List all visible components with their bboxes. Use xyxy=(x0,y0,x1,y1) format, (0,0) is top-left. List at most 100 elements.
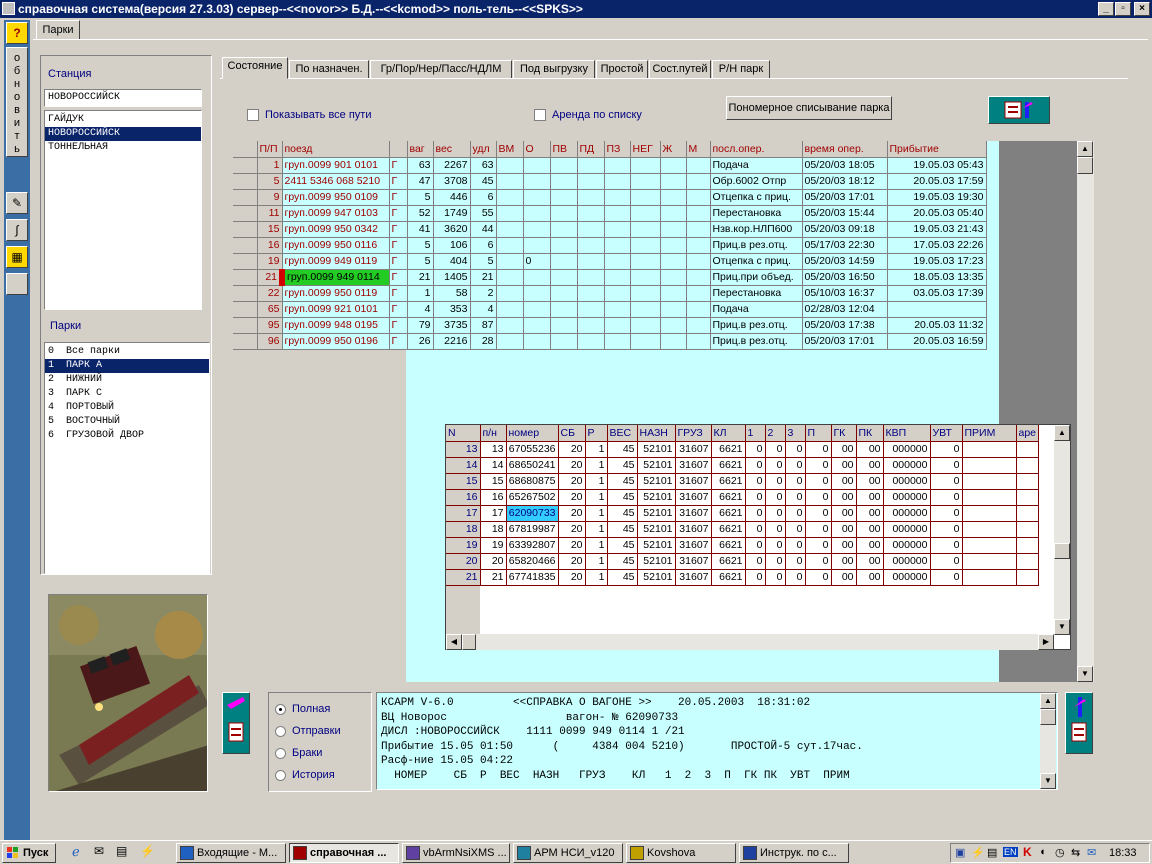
taskbar-item[interactable]: АРМ НСИ_v120 xyxy=(513,843,623,863)
main-col-header[interactable]: М xyxy=(686,141,711,158)
help-button[interactable]: ? xyxy=(6,22,28,44)
wagon-col-header[interactable]: 2 xyxy=(765,425,786,442)
start-button[interactable]: Пуск xyxy=(2,843,56,863)
wagon-col-header[interactable]: 3 xyxy=(785,425,806,442)
wagon-col-header[interactable]: ВЕС xyxy=(607,425,638,442)
wagon-col-header[interactable]: ГК xyxy=(831,425,857,442)
close-button[interactable]: × xyxy=(1134,2,1150,16)
rent-checkbox[interactable]: Аренда по списку xyxy=(534,109,642,122)
train-row[interactable]: 1 груп.0099 901 0101 Г 63 2267 63 Подача 05/20/… xyxy=(233,157,987,174)
wagon-col-header[interactable]: КВП xyxy=(883,425,931,442)
wagon-vscrollbar[interactable]: ▲ ▼ xyxy=(1054,425,1070,635)
rent-check-box[interactable] xyxy=(534,109,546,122)
print-report-icon[interactable] xyxy=(222,692,250,754)
station-list-item[interactable]: ГАЙДУК xyxy=(45,113,201,127)
info-scroll-up-icon[interactable]: ▲ xyxy=(1040,693,1056,709)
park-writeoff-button[interactable]: Пономерное списывание парка xyxy=(726,96,892,120)
wagon-col-header[interactable]: номер xyxy=(506,425,559,442)
print-icon[interactable] xyxy=(988,96,1050,124)
train-row[interactable]: 21 груп.0099 949 0114 Г 21 1405 21 Приц.при об… xyxy=(233,269,987,286)
main-col-header[interactable]: ПД xyxy=(577,141,605,158)
wagon-row[interactable]: 17 17 62090733 20 1 45 52101 31607 6621 0 0 0 0 00 00 0… xyxy=(446,505,1040,522)
antivirus-icon[interactable]: K xyxy=(1023,845,1032,859)
wagon-scroll-thumb[interactable] xyxy=(1054,543,1070,559)
tab-parks[interactable]: Парки xyxy=(36,20,80,40)
wagon-row[interactable]: 18 18 67819987 20 1 45 52101 31607 6621 0 0 0 0 00 00 0… xyxy=(446,521,1040,538)
wagon-col-header[interactable]: П xyxy=(805,425,832,442)
main-col-header[interactable]: ваг xyxy=(407,141,434,158)
info-scroll-down-icon[interactable]: ▼ xyxy=(1040,773,1056,789)
main-col-header[interactable]: время опер. xyxy=(802,141,888,158)
wagon-col-header[interactable]: Р xyxy=(585,425,608,442)
train-row[interactable]: 22 груп.0099 950 0119 Г 1 58 2 Перестановка 05/… xyxy=(233,285,987,302)
main-col-header[interactable]: НЕГ xyxy=(630,141,661,158)
radio-button-icon[interactable] xyxy=(275,769,286,781)
train-row[interactable]: 9 груп.0099 950 0109 Г 5 446 6 Отцепка с приц.… xyxy=(233,189,987,206)
report-mode-option[interactable]: История xyxy=(275,769,335,781)
taskbar-item[interactable]: Входящие - М... xyxy=(176,843,286,863)
main-col-header[interactable]: Прибытие xyxy=(887,141,987,158)
wagon-col-header[interactable]: КЛ xyxy=(711,425,746,442)
radio-button-icon[interactable] xyxy=(275,725,286,737)
clock-tray-icon[interactable]: ◷ xyxy=(1055,846,1065,859)
language-indicator[interactable]: EN xyxy=(1003,847,1018,857)
train-row[interactable]: 5 2411 5346 068 5210 Г 47 3708 45 Обр.6002 Отп… xyxy=(233,173,987,190)
show-all-check-box[interactable] xyxy=(247,109,259,122)
tab-4[interactable]: Под выгрузку xyxy=(513,60,595,79)
info-scroll-thumb[interactable] xyxy=(1040,709,1056,725)
ie-icon[interactable]: ℯ xyxy=(72,844,80,860)
tab-6[interactable]: Сост.путей xyxy=(649,60,711,79)
park-list-item[interactable]: 2 НИЖНИЙ xyxy=(45,373,209,387)
wagon-col-header[interactable]: п/н xyxy=(480,425,507,442)
desktop-icon[interactable]: ▤ xyxy=(116,844,127,858)
park-list-item[interactable]: 1 ПАРК А xyxy=(45,359,209,373)
wagon-scroll-down-icon[interactable]: ▼ xyxy=(1054,619,1070,635)
park-list-item[interactable]: 5 ВОСТОЧНЫЙ xyxy=(45,415,209,429)
train-row[interactable]: 96 груп.0099 950 0196 Г 26 2216 28 Приц.в рез.… xyxy=(233,333,987,350)
line-tool-icon[interactable]: ∫ xyxy=(6,219,28,241)
main-col-header[interactable]: ПВ xyxy=(550,141,578,158)
refresh-button[interactable]: обновить xyxy=(6,47,28,157)
wagon-col-header[interactable]: 1 xyxy=(745,425,766,442)
park-list-item[interactable]: 6 ГРУЗОВОЙ ДВОР xyxy=(45,429,209,443)
station-input[interactable]: НОВОРОССИЙСК xyxy=(44,89,202,107)
minimize-button[interactable]: _ xyxy=(1098,2,1114,16)
printer-icon[interactable]: ▤ xyxy=(987,846,997,859)
main-col-header[interactable]: П/П xyxy=(257,141,283,158)
volume-icon[interactable]: ◖ xyxy=(1039,846,1046,858)
report-mode-option[interactable]: Отправки xyxy=(275,725,341,737)
pen-tool-icon[interactable]: ✎ xyxy=(6,192,28,214)
tab-5[interactable]: Простой xyxy=(596,60,648,79)
taskbar-item[interactable]: vbArmNsiXMS ... xyxy=(402,843,510,863)
station-list-item[interactable]: НОВОРОССИЙСК xyxy=(45,127,201,141)
train-row[interactable]: 19 груп.0099 949 0119 Г 5 404 5 0 Отцепка с при… xyxy=(233,253,987,270)
main-col-header[interactable]: ВМ xyxy=(496,141,524,158)
main-grid-scrollbar[interactable]: ▲ ▼ xyxy=(1077,141,1094,682)
train-row[interactable]: 11 груп.0099 947 0103 Г 52 1749 55 Перестановк… xyxy=(233,205,987,222)
station-list-item[interactable]: ТОННЕЛЬНАЯ xyxy=(45,141,201,155)
wagon-hscrollbar[interactable]: ◀ ▶ xyxy=(446,634,1054,650)
wagon-row[interactable]: 16 16 65267502 20 1 45 52101 31607 6621 0 0 0 0 00 00 0… xyxy=(446,489,1040,506)
info-scrollbar[interactable]: ▲ ▼ xyxy=(1040,693,1056,789)
usb-icon[interactable]: ⇆ xyxy=(1071,846,1080,859)
wagon-scroll-left-icon[interactable]: ◀ xyxy=(446,634,462,650)
wagon-hscroll-thumb[interactable] xyxy=(462,634,476,650)
main-col-header[interactable]: поезд xyxy=(282,141,390,158)
main-col-header[interactable]: Ж xyxy=(660,141,687,158)
main-col-header[interactable]: О xyxy=(523,141,551,158)
wagon-col-header[interactable]: УВТ xyxy=(930,425,963,442)
print-info-icon[interactable] xyxy=(1065,692,1093,754)
app-quick-icon[interactable]: ⚡ xyxy=(140,844,155,858)
tab-2[interactable]: По назначен. xyxy=(289,60,369,79)
wagon-col-header[interactable]: ПК xyxy=(856,425,884,442)
train-row[interactable]: 65 груп.0099 921 0101 Г 4 353 4 Подача 02/28/03… xyxy=(233,301,987,318)
wagon-row[interactable]: 21 21 67741835 20 1 45 52101 31607 6621 0 0 0 0 00 00 0… xyxy=(446,569,1040,586)
main-scroll-down-icon[interactable]: ▼ xyxy=(1077,666,1093,682)
report-mode-option[interactable]: Браки xyxy=(275,747,322,759)
wagon-col-header[interactable]: СБ xyxy=(558,425,586,442)
main-col-header[interactable]: ПЗ xyxy=(604,141,631,158)
taskbar-item[interactable]: Kovshova xyxy=(626,843,736,863)
train-row[interactable]: 15 груп.0099 950 0342 Г 41 3620 44 Нзв.кор.НЛП… xyxy=(233,221,987,238)
radio-button-icon[interactable] xyxy=(275,703,286,715)
report-mode-option[interactable]: Полная xyxy=(275,703,330,715)
